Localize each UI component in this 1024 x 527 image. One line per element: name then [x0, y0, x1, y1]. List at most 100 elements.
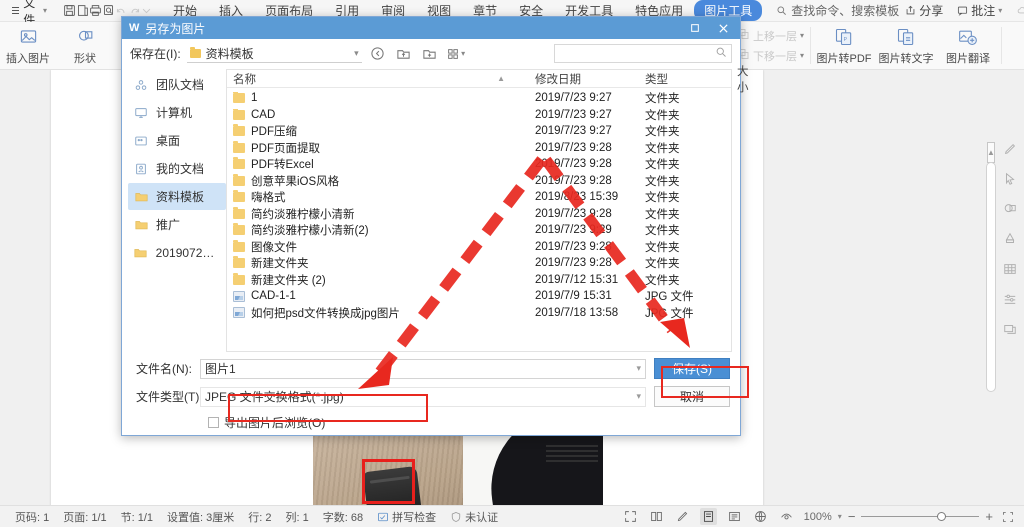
save-icon[interactable]	[63, 3, 76, 19]
back-icon[interactable]	[368, 44, 388, 63]
table-row[interactable]: 嗨格式 2019/8/23 15:39 文件夹	[227, 189, 731, 206]
edit-pen-icon[interactable]	[674, 508, 691, 525]
web-view-icon[interactable]	[752, 508, 769, 525]
save-in-combobox[interactable]: 资料模板 ▾	[186, 44, 362, 63]
bring-forward-label: 上移一层	[752, 30, 797, 43]
page-view-icon[interactable]	[699, 508, 717, 525]
table-row[interactable]: 新建文件夹 2019/7/23 9:28 文件夹	[227, 255, 731, 272]
folder-icon	[233, 140, 245, 153]
image-to-pdf-button[interactable]: P 图片转PDF	[813, 23, 875, 69]
file-date: 2019/7/23 9:27	[535, 108, 612, 121]
up-folder-icon[interactable]	[394, 44, 414, 63]
send-backward-button[interactable]: 下移一层 ▾	[737, 48, 804, 64]
chevron-down-icon[interactable]: ▾	[461, 49, 465, 58]
settings-sliders-icon[interactable]	[1003, 292, 1017, 309]
file-type: 文件夹	[645, 126, 680, 139]
table-row[interactable]: 简约淡雅柠檬小清新 2019/7/23 9:28 文件夹	[227, 206, 731, 223]
insert-picture-button[interactable]: 插入图片	[2, 23, 54, 69]
table-row[interactable]: 创意苹果iOS风格 2019/7/23 9:28 文件夹	[227, 173, 731, 190]
dialog-search-box[interactable]	[554, 44, 732, 63]
share-button[interactable]: 分享	[899, 1, 949, 20]
print-preview-icon[interactable]	[76, 3, 89, 19]
save-button[interactable]: 保存(S)	[654, 358, 730, 379]
scroll-up-button[interactable]: ▲	[987, 142, 995, 163]
ink-icon[interactable]	[1003, 232, 1017, 249]
comment-button[interactable]: 批注 ▾	[951, 1, 1008, 20]
print-icon[interactable]	[89, 3, 102, 19]
table-row[interactable]: CAD 2019/7/23 9:27 文件夹	[227, 107, 731, 124]
ribbon-group-layer: 上移一层 ▾ 下移一层 ▾	[733, 23, 808, 68]
sidebar-item-my-documents[interactable]: 我的文档	[128, 155, 226, 182]
fit-page-icon[interactable]	[999, 508, 1016, 525]
preview-after-export-row[interactable]: 导出图片后浏览(O)	[128, 414, 730, 431]
chevron-down-icon[interactable]: ▾	[838, 512, 842, 521]
command-search[interactable]: 查找命令、搜索模板	[776, 2, 899, 19]
file-type: 文件夹	[645, 258, 680, 271]
status-spellcheck[interactable]: 拼写检查	[370, 509, 443, 525]
zoom-slider[interactable]	[861, 511, 980, 523]
table-row[interactable]: PDF页面提取 2019/7/23 9:28 文件夹	[227, 140, 731, 157]
zoom-level-label[interactable]: 100%	[804, 511, 832, 523]
file-list[interactable]: 名称 ▲ 修改日期 类型 大小 1 2019/7/23 9:27 文件夹 CAD…	[226, 66, 749, 352]
dialog-search-input[interactable]	[559, 46, 715, 61]
filetype-combobox[interactable]: JPEG 文件交换格式(*.jpg) ▾	[200, 386, 646, 407]
zoom-out-button[interactable]: −	[848, 509, 856, 524]
cancel-button[interactable]: 取消	[654, 386, 730, 407]
column-header-type[interactable]: 类型	[639, 71, 731, 87]
column-header-date[interactable]: 修改日期	[529, 71, 639, 87]
table-row[interactable]: 图像文件 2019/7/23 9:28 文件夹	[227, 239, 731, 256]
cursor-select-icon[interactable]	[1003, 172, 1017, 189]
table-row[interactable]: 简约淡雅柠檬小清新(2) 2019/7/23 9:29 文件夹	[227, 222, 731, 239]
sidebar-item-20190725[interactable]: 20190725 ...	[128, 239, 226, 266]
table-row[interactable]: CAD-1-1 2019/7/9 15:31 JPG 文件 70 KB	[227, 288, 731, 305]
print-preview2-icon[interactable]	[102, 3, 115, 19]
current-folder-label: 资料模板	[205, 46, 254, 61]
dialog-title-bar[interactable]: W 另存为图片	[122, 17, 740, 39]
chevron-down-icon[interactable]: ▾	[630, 363, 641, 374]
zoom-slider-handle[interactable]	[937, 512, 947, 521]
scrollbar-thumb[interactable]	[986, 162, 996, 392]
shape-icon[interactable]	[1003, 202, 1017, 219]
table-row[interactable]: 新建文件夹 (2) 2019/7/12 15:31 文件夹	[227, 272, 731, 289]
new-folder-icon[interactable]	[420, 44, 440, 63]
outline-view-icon[interactable]	[726, 508, 743, 525]
eye-protect-icon[interactable]	[778, 508, 795, 525]
chevron-down-icon[interactable]: ▾	[354, 48, 359, 59]
chevron-down-icon[interactable]: ▾	[630, 391, 641, 402]
cloud-sync-button[interactable]: 云同步 ▾	[1010, 1, 1024, 20]
column-header-size[interactable]: 大小	[731, 63, 749, 95]
filename-input[interactable]: 图片1 ▾	[200, 358, 646, 379]
file-type: JPG 文件	[645, 291, 694, 304]
bring-forward-button[interactable]: 上移一层 ▾	[737, 28, 804, 44]
sidebar-item-label: 团队文档	[156, 78, 205, 92]
table-row[interactable]: 1 2019/7/23 9:27 文件夹	[227, 90, 731, 107]
edit-pen-icon[interactable]	[1003, 142, 1017, 159]
sidebar-item-computer[interactable]: 计算机	[128, 99, 226, 126]
column-header-name[interactable]: 名称 ▲	[227, 71, 529, 87]
shape-button[interactable]: 形状	[59, 23, 111, 69]
sidebar-item-desktop[interactable]: 桌面	[128, 127, 226, 154]
status-word-count[interactable]: 字数: 68	[316, 509, 370, 525]
image-translate-button[interactable]: 图片翻译	[937, 23, 999, 69]
status-unverified[interactable]: 未认证	[443, 509, 505, 525]
table-row[interactable]: 如何把psd文件转换成jpg图片 2019/7/18 13:58 JPG 文件 …	[227, 305, 731, 322]
save-as-image-dialog[interactable]: W 另存为图片 保存在(I): 资料模板 ▾ ▾ 团队文档 计算机 桌面 我的文…	[121, 16, 749, 436]
embedded-photo[interactable]	[313, 435, 603, 505]
sidebar-item-team-docs[interactable]: 团队文档	[128, 71, 226, 98]
fullscreen-icon[interactable]	[622, 508, 639, 525]
vertical-scrollbar[interactable]: ▲	[984, 140, 998, 483]
table-icon[interactable]	[1003, 262, 1017, 279]
two-page-icon[interactable]	[648, 508, 665, 525]
zoom-in-button[interactable]: +	[985, 509, 993, 524]
screenshot-icon[interactable]	[1003, 322, 1017, 339]
maximize-icon[interactable]	[682, 18, 708, 38]
table-row[interactable]: PDF转Excel 2019/7/23 9:28 文件夹	[227, 156, 731, 173]
table-row[interactable]: PDF压缩 2019/7/23 9:27 文件夹	[227, 123, 731, 140]
close-icon[interactable]	[710, 18, 736, 38]
preview-checkbox[interactable]	[208, 417, 219, 428]
file-name: PDF压缩	[251, 126, 297, 139]
view-mode-icon[interactable]: ▾	[446, 44, 466, 63]
sidebar-item-资料模板[interactable]: 资料模板	[128, 183, 226, 210]
image-to-text-button[interactable]: 图片转文字	[875, 23, 937, 69]
sidebar-item-推广[interactable]: 推广	[128, 211, 226, 238]
